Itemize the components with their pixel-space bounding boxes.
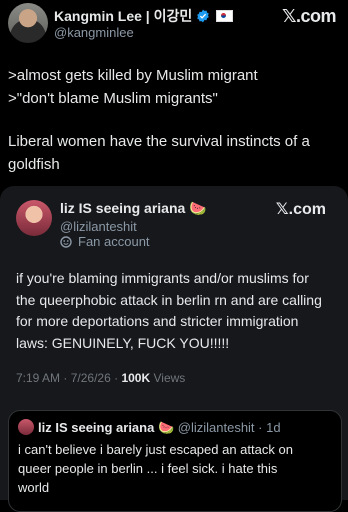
author-name-row[interactable]: Kangmin Lee | 이강민 bbox=[54, 6, 234, 26]
quoted-author-avatar[interactable] bbox=[16, 200, 52, 236]
author-avatar[interactable] bbox=[8, 3, 48, 43]
tweet-text-line: goldfish bbox=[8, 156, 60, 173]
nested-text-line: queer people in berlin ... i feel sick. … bbox=[18, 461, 278, 476]
author-handle[interactable]: @kangminlee bbox=[54, 25, 134, 40]
meta-separator: · bbox=[114, 371, 119, 385]
tweet-text-line: >"don't blame Muslim migrants" bbox=[8, 90, 218, 107]
tweet-text-line: >almost gets killed by Muslim migrant bbox=[8, 67, 258, 84]
views-count: 100K bbox=[121, 371, 151, 385]
tweet-time[interactable]: 7:19 AM bbox=[16, 371, 60, 385]
nested-author-avatar[interactable] bbox=[18, 419, 34, 435]
quoted-text-line: if you're blaming immigrants and/or musl… bbox=[16, 270, 309, 286]
x-logo-text: 𝕏.com bbox=[275, 201, 326, 218]
quoted-author-handle[interactable]: @lizilanteshit bbox=[60, 219, 137, 234]
quoted-text-line: the queerphobic attack in berlin rn and … bbox=[16, 292, 322, 308]
verified-badge-icon bbox=[197, 9, 210, 23]
tweet-text-line: Liberal women have the survival instinct… bbox=[8, 133, 310, 150]
meta-separator: · bbox=[63, 371, 68, 385]
flag-affiliate-icon bbox=[216, 10, 234, 22]
author-name[interactable]: Kangmin Lee | 이강민 bbox=[54, 6, 192, 26]
quoted-author-name[interactable]: liz IS seeing ariana 🍉 bbox=[60, 200, 207, 217]
nested-text-line: world bbox=[18, 480, 50, 495]
nested-text-line: i can't believe i barely just escaped an… bbox=[18, 442, 293, 457]
nested-author-handle[interactable]: @lizilanteshit bbox=[178, 420, 255, 435]
nested-age: · 1d bbox=[258, 420, 281, 435]
account-label: Fan account bbox=[78, 234, 150, 249]
views-label: Views bbox=[153, 371, 186, 385]
nested-author-name[interactable]: liz IS seeing ariana 🍉 bbox=[38, 420, 174, 435]
quoted-text-line: laws: GENUINELY, FUCK YOU!!!!! bbox=[16, 335, 230, 351]
x-logo-text: 𝕏.com bbox=[281, 6, 337, 26]
tweet-meta-row: 7:19 AM · 7/26/26 · 100K Views bbox=[16, 371, 185, 385]
tweet-date[interactable]: 7/26/26 bbox=[71, 371, 111, 385]
account-label-row: Fan account bbox=[60, 234, 150, 249]
quoted-text-line: for more deportations and stricter immig… bbox=[16, 313, 299, 329]
nested-quote-header: liz IS seeing ariana 🍉 @lizilanteshit · … bbox=[38, 420, 281, 436]
fan-account-icon bbox=[60, 235, 72, 248]
